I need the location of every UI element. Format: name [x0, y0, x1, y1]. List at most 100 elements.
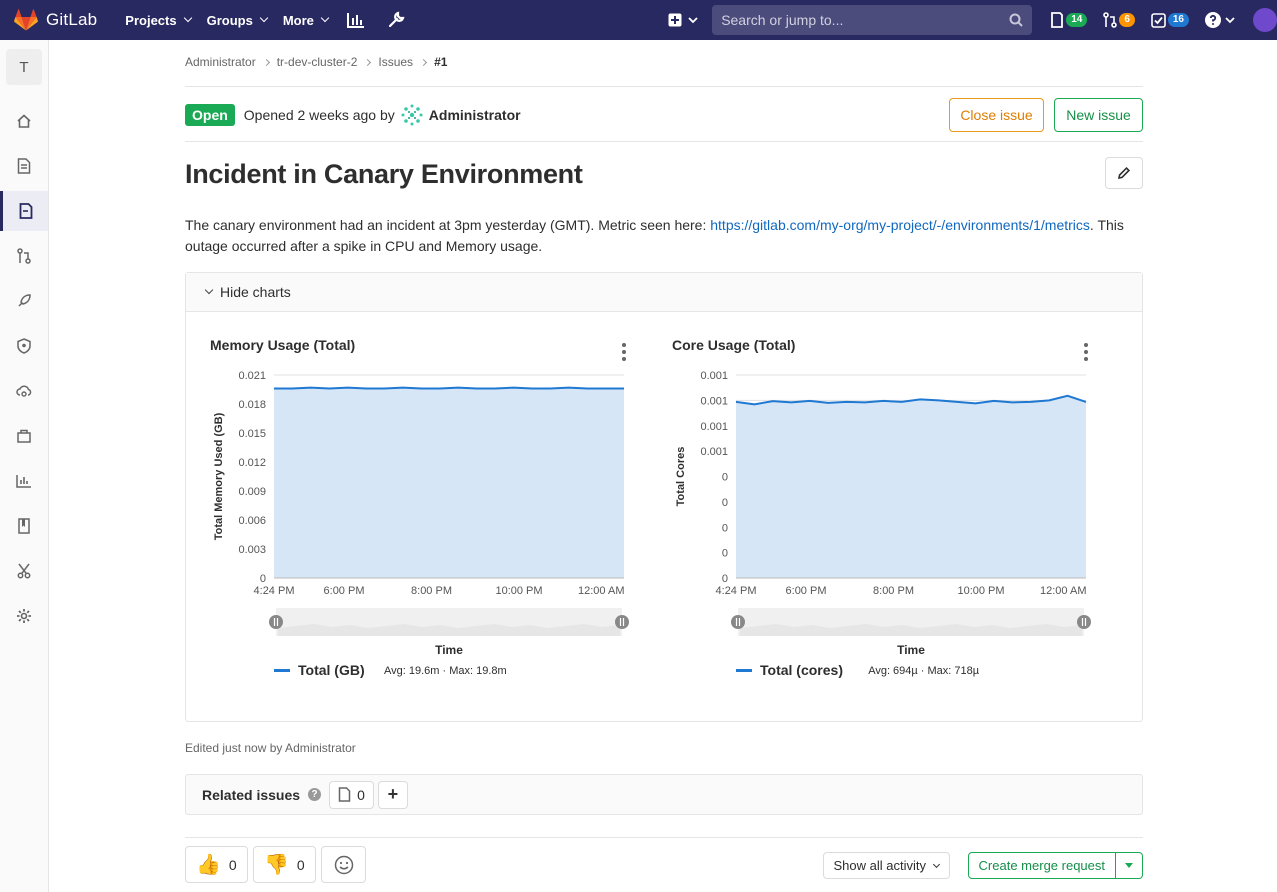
- repository-icon: [17, 158, 31, 174]
- y-tick-label: 0.012: [238, 457, 266, 469]
- help-dropdown[interactable]: [1205, 12, 1235, 28]
- nav-groups[interactable]: Groups: [206, 12, 269, 28]
- series-line: [274, 386, 624, 390]
- issues-count-badge: 14: [1066, 13, 1088, 27]
- add-related-issue-button[interactable]: +: [377, 780, 408, 809]
- issue-title: Incident in Canary Environment: [185, 159, 583, 189]
- nav-projects-label: Projects: [125, 12, 177, 28]
- thumbs-down-icon: 👎: [264, 854, 289, 876]
- close-issue-button[interactable]: Close issue: [949, 97, 1044, 132]
- nav-groups-label: Groups: [206, 12, 253, 28]
- chart-title: Core Usage (Total): [672, 337, 796, 353]
- core-chart-svg: 0 0 0 0 0 0.001 0.001 0.001 0.001 4:24 PM 6:00 PM 8…: [675, 370, 1091, 678]
- x-tick-label: 6:00 PM: [324, 585, 365, 597]
- y-axis-title: Total Memory Used (GB): [213, 412, 225, 540]
- gitlab-logo[interactable]: GitLab: [14, 9, 97, 31]
- sidebar-item-security[interactable]: [0, 326, 48, 366]
- core-usage-chart: Core Usage (Total) 0 0 0 0 0 0.001 0.001 0.001 0…: [672, 313, 1112, 713]
- sidebar-item-project-overview[interactable]: [0, 101, 48, 141]
- x-tick-label: 4:24 PM: [254, 585, 295, 597]
- thumbs-down-count: 0: [296, 856, 305, 873]
- merge-requests-counter[interactable]: 6: [1103, 12, 1135, 28]
- todos-count-badge: 16: [1167, 13, 1189, 27]
- scissors-icon: [17, 563, 31, 579]
- activity-filter-dropdown[interactable]: Show all activity: [822, 852, 950, 879]
- x-tick-label: 12:00 AM: [1040, 585, 1086, 597]
- sidebar-item-repository[interactable]: [0, 146, 48, 186]
- issue-description: The canary environment had an incident a…: [185, 215, 1150, 257]
- nav-more[interactable]: More: [283, 13, 330, 28]
- user-avatar[interactable]: [1253, 8, 1277, 32]
- merge-request-options-dropdown[interactable]: [1116, 852, 1143, 879]
- toggle-charts-button[interactable]: Hide charts: [186, 273, 1142, 312]
- chart-options-kebab-icon[interactable]: [622, 343, 626, 361]
- breadcrumb-item[interactable]: Administrator: [185, 55, 256, 69]
- issue-author[interactable]: Administrator: [401, 104, 521, 126]
- zoom-handle-icon: [1077, 615, 1091, 629]
- admin-wrench-icon[interactable]: [384, 8, 408, 32]
- chart-options-kebab-icon[interactable]: [1084, 343, 1088, 361]
- metrics-link[interactable]: https://gitlab.com/my-org/my-project/-/e…: [710, 217, 1090, 233]
- search-input[interactable]: [721, 12, 1010, 28]
- new-dropdown[interactable]: [668, 13, 698, 27]
- x-tick-label: 6:00 PM: [786, 585, 827, 597]
- sidebar-item-snippets[interactable]: [0, 551, 48, 591]
- nav-projects[interactable]: Projects: [125, 12, 192, 28]
- pencil-icon: [1117, 166, 1131, 180]
- thumbs-up-count: 0: [228, 856, 237, 873]
- issues-counter[interactable]: 14: [1050, 12, 1088, 28]
- y-tick-label: 0: [722, 497, 728, 509]
- related-count-value: 0: [357, 786, 365, 803]
- question-circle-icon[interactable]: ?: [308, 788, 322, 801]
- merge-requests-icon: [17, 248, 31, 264]
- chevron-down-icon: [204, 285, 214, 295]
- area-fill: [274, 387, 624, 578]
- project-sidebar: T: [0, 40, 49, 892]
- sidebar-item-ci-cd[interactable]: [0, 281, 48, 321]
- new-issue-button[interactable]: New issue: [1054, 97, 1143, 132]
- legend-series-name: Total (GB): [298, 662, 365, 678]
- activity-chart-icon[interactable]: [344, 8, 368, 32]
- x-axis-title: Time: [897, 643, 925, 657]
- x-tick-label: 12:00 AM: [578, 585, 624, 597]
- smiley-icon: [334, 855, 353, 874]
- y-tick-label: 0.021: [238, 370, 266, 382]
- project-avatar[interactable]: T: [6, 49, 42, 85]
- toggle-charts-label: Hide charts: [220, 284, 291, 300]
- breadcrumb-item[interactable]: Issues: [378, 55, 413, 69]
- search-box[interactable]: [712, 5, 1033, 35]
- zoom-handle-icon: [731, 615, 745, 629]
- edit-title-button[interactable]: [1105, 157, 1143, 189]
- sidebar-item-settings[interactable]: [0, 596, 48, 636]
- breadcrumb-current[interactable]: #1: [434, 55, 447, 69]
- merge-requests-count-badge: 6: [1119, 13, 1135, 27]
- x-tick-label: 8:00 PM: [873, 585, 914, 597]
- zoom-handle-icon: [615, 615, 629, 629]
- sidebar-item-issues[interactable]: [0, 191, 48, 231]
- legend-swatch: [736, 669, 752, 672]
- sidebar-item-operations[interactable]: [0, 371, 48, 411]
- create-merge-request-button[interactable]: Create merge request: [967, 852, 1116, 879]
- y-tick-label: 0: [722, 573, 728, 585]
- thumbs-down-award-button[interactable]: 👎 0: [253, 846, 316, 883]
- sidebar-item-wiki[interactable]: [0, 506, 48, 546]
- memory-usage-chart: Memory Usage (Total) 0 0.003 0.006 0.009 0.0…: [210, 313, 650, 713]
- y-tick-label: 0.018: [238, 399, 266, 411]
- author-name: Administrator: [428, 106, 521, 123]
- sidebar-item-merge-requests[interactable]: [0, 236, 48, 276]
- chart-title: Memory Usage (Total): [210, 337, 356, 353]
- breadcrumb-item[interactable]: tr-dev-cluster-2: [277, 55, 358, 69]
- description-text: The canary environment had an incident a…: [185, 217, 711, 233]
- memory-chart-svg: 0 0.003 0.006 0.009 0.012 0.015 0.018 0.021 4:24…: [213, 370, 629, 678]
- todos-counter[interactable]: 16: [1151, 12, 1189, 28]
- legend-swatch: [274, 669, 290, 672]
- sidebar-item-packages[interactable]: [0, 416, 48, 456]
- thumbs-up-award-button[interactable]: 👍 0: [185, 846, 248, 883]
- divider: [185, 86, 1143, 87]
- create-merge-request-split-button: Create merge request: [967, 852, 1143, 879]
- x-tick-label: 8:00 PM: [411, 585, 452, 597]
- add-reaction-button[interactable]: [321, 846, 366, 883]
- merge-request-icon: [1103, 12, 1118, 28]
- sidebar-item-analytics[interactable]: [0, 461, 48, 501]
- related-issues-count: 0: [329, 780, 374, 809]
